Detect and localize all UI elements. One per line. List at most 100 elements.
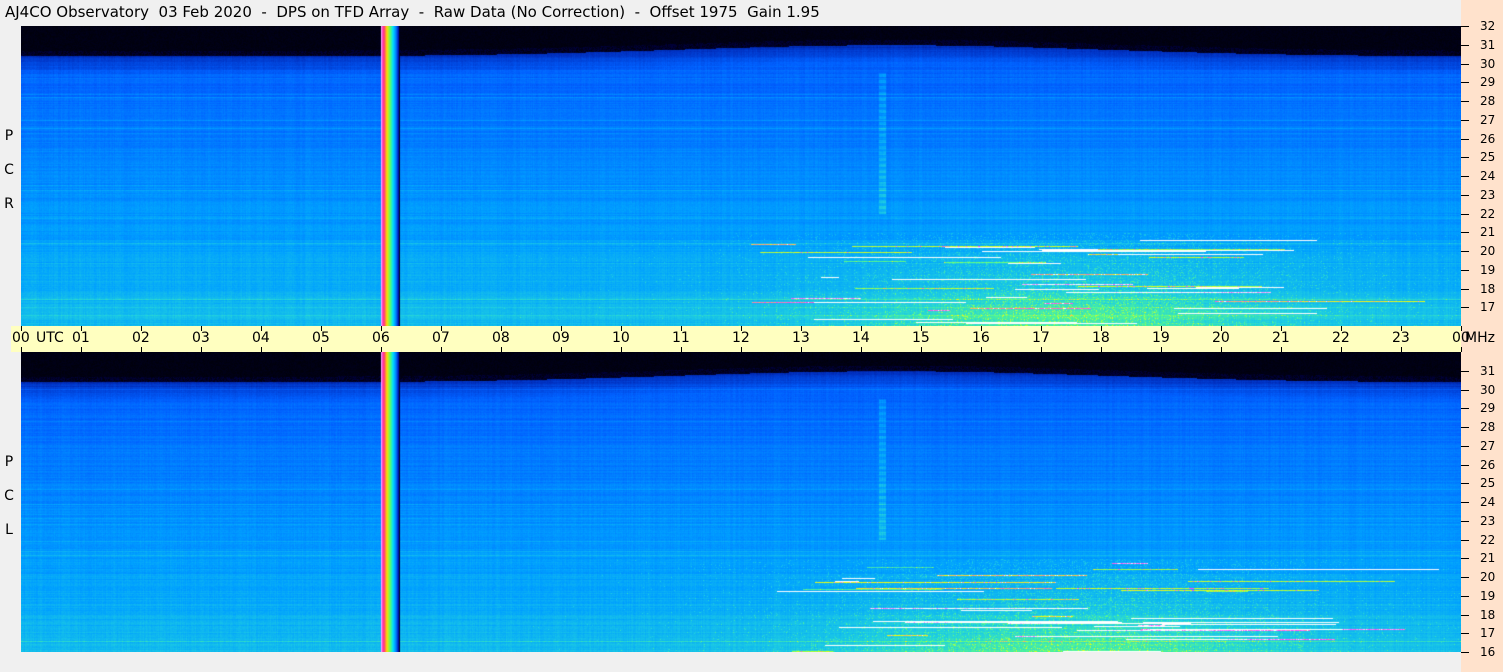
time-tick-label: 12: [732, 330, 750, 346]
time-tick-mark: [561, 347, 562, 352]
time-tick-label: 07: [432, 330, 450, 346]
freq-tick-mark: [1461, 176, 1469, 177]
freq-tick-label: 22: [1480, 206, 1496, 221]
time-tick-label: 20: [1212, 330, 1230, 346]
time-tick-label: 17: [1032, 330, 1050, 346]
time-tick-label: 02: [132, 330, 150, 346]
freq-tick-label: 21: [1480, 225, 1496, 240]
lcp-spectrogram: [21, 352, 1461, 652]
freq-tick-label: 25: [1480, 150, 1496, 165]
freq-tick-label: 30: [1480, 382, 1496, 397]
rcp-spectrogram: [21, 26, 1461, 326]
time-tick-label: 15: [912, 330, 930, 346]
time-tick-mark: [201, 347, 202, 352]
time-tick-mark: [81, 326, 82, 331]
freq-tick-mark: [1461, 119, 1469, 121]
freq-tick-label: 19: [1480, 588, 1496, 603]
time-tick-label: 06: [372, 330, 390, 346]
time-tick-mark: [1101, 347, 1102, 352]
freq-tick-label: 25: [1480, 476, 1496, 491]
time-tick-mark: [741, 326, 742, 331]
freq-tick-mark: [1461, 464, 1469, 466]
time-tick-mark: [501, 326, 502, 331]
rcp-label: P C R: [2, 128, 16, 230]
freq-tick-label: 29: [1480, 401, 1496, 416]
freq-tick-mark: [1461, 44, 1469, 46]
freq-tick-mark: [1461, 633, 1469, 635]
lcp-label-l: L: [5, 522, 13, 538]
time-tick-mark: [1341, 347, 1342, 352]
freq-tick-label: 26: [1480, 131, 1496, 146]
time-tick-label: 21: [1272, 330, 1290, 346]
freq-tick-mark: [1461, 427, 1469, 428]
time-tick-label: 04: [252, 330, 270, 346]
freq-tick-label: 32: [1480, 19, 1496, 33]
rcp-label-r: R: [4, 196, 14, 212]
time-tick-mark: [321, 326, 322, 331]
time-tick-mark: [201, 326, 202, 331]
freq-tick-label: 27: [1480, 112, 1496, 127]
time-tick-mark: [1281, 347, 1282, 352]
freq-tick-mark: [1461, 232, 1469, 234]
freq-tick-mark: [1461, 213, 1469, 215]
time-tick-mark: [1341, 326, 1342, 331]
time-tick-mark: [261, 326, 262, 331]
freq-tick-mark: [1461, 269, 1469, 271]
freq-tick-label: 30: [1480, 56, 1496, 71]
time-tick-label: 23: [1392, 330, 1410, 346]
time-tick-mark: [801, 347, 802, 352]
time-tick-label: 00: [12, 330, 30, 346]
time-tick-mark: [321, 347, 322, 352]
freq-tick-label: 29: [1480, 75, 1496, 90]
freq-tick-mark: [1461, 595, 1469, 597]
time-tick-mark: [81, 347, 82, 352]
time-tick-mark: [981, 347, 982, 352]
freq-tick-mark: [1461, 539, 1469, 541]
time-tick-mark: [441, 326, 442, 331]
rcp-heatmap: [21, 26, 1461, 326]
mhz-label: MHz: [1465, 330, 1495, 346]
freq-tick-label: 20: [1480, 244, 1496, 258]
time-tick-mark: [1221, 326, 1222, 331]
time-tick-label: 03: [192, 330, 210, 346]
time-tick-mark: [1401, 326, 1402, 331]
freq-tick-mark: [1461, 194, 1469, 196]
freq-tick-mark: [1461, 370, 1469, 372]
time-tick-mark: [21, 326, 22, 331]
chart-title: AJ4CO Observatory 03 Feb 2020 - DPS on T…: [5, 3, 820, 21]
freq-tick-label: 31: [1480, 37, 1496, 52]
time-tick-mark: [1461, 326, 1462, 331]
time-tick-mark: [561, 326, 562, 331]
time-tick-mark: [1401, 347, 1402, 352]
utc-label: UTC: [36, 330, 64, 346]
freq-tick-label: 18: [1480, 607, 1496, 622]
time-tick-mark: [741, 347, 742, 352]
time-tick-label: 18: [1092, 330, 1110, 346]
rcp-label-c: C: [4, 162, 14, 178]
freq-tick-mark: [1461, 26, 1469, 27]
time-tick-mark: [141, 326, 142, 331]
freq-tick-mark: [1461, 445, 1469, 447]
freq-tick-mark: [1461, 520, 1469, 522]
freq-tick-mark: [1461, 483, 1469, 485]
time-tick-mark: [1221, 347, 1222, 352]
freq-tick-mark: [1461, 558, 1469, 560]
lcp-label-c: C: [4, 488, 14, 504]
time-tick-label: 11: [672, 330, 690, 346]
time-tick-mark: [1161, 326, 1162, 331]
time-tick-mark: [141, 347, 142, 352]
time-tick-mark: [1101, 326, 1102, 331]
time-tick-mark: [381, 347, 382, 352]
freq-tick-mark: [1461, 389, 1469, 391]
time-tick-mark: [621, 326, 622, 331]
freq-tick-label: 26: [1480, 457, 1496, 472]
freq-tick-label: 21: [1480, 551, 1496, 566]
freq-tick-label: 19: [1480, 262, 1496, 277]
time-tick-mark: [801, 326, 802, 331]
time-tick-label: 01: [72, 330, 90, 346]
freq-tick-label: 31: [1480, 363, 1496, 378]
lcp-label-p: P: [4, 454, 14, 470]
time-tick-mark: [381, 326, 382, 331]
time-tick-label: 14: [852, 330, 870, 346]
freq-tick-mark: [1461, 502, 1469, 503]
